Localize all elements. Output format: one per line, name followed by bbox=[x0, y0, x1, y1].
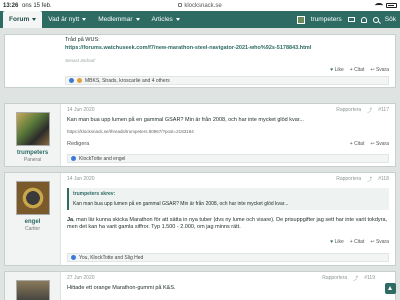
like-reaction-icon bbox=[71, 255, 76, 260]
chevron-down-icon bbox=[82, 18, 87, 21]
battery-icon bbox=[386, 3, 397, 8]
post-text: Tråd på WUS: bbox=[65, 37, 100, 43]
nav-forum[interactable]: Forum bbox=[3, 11, 43, 28]
quote-label: Citat bbox=[354, 67, 365, 73]
like-reaction-icon bbox=[71, 156, 76, 161]
chevron-down-icon bbox=[135, 18, 140, 21]
reactions-bar[interactable]: KlockTotte and engel bbox=[67, 154, 389, 163]
like-button[interactable]: ♥ Like bbox=[330, 239, 344, 245]
chevron-down-icon bbox=[175, 18, 180, 21]
avatar[interactable] bbox=[15, 280, 50, 300]
user-title: Panerai bbox=[23, 157, 42, 163]
edit-button[interactable]: Redigera bbox=[67, 141, 89, 147]
post-continued: Tråd på WUS: https://forums.watchuseek.c… bbox=[4, 34, 396, 88]
reply-button[interactable]: ↩ Svara bbox=[370, 239, 389, 245]
post-date[interactable]: 14 Jun 2020 bbox=[67, 176, 95, 182]
post-number[interactable]: #117 bbox=[378, 107, 389, 114]
quote-block: trumpeters skrev: Kan man bua upp lumen … bbox=[67, 188, 389, 210]
address-url: klocksnack.se bbox=[184, 2, 222, 9]
quote-label: Citat bbox=[354, 239, 365, 245]
quote-label: Citat bbox=[354, 141, 365, 147]
post-117: trumpeters Panerai 14 Jun 2020 Rapporter… bbox=[4, 103, 396, 167]
reactions-text: KlockTotte and engel bbox=[79, 155, 126, 162]
search-icon[interactable] bbox=[372, 16, 379, 23]
reactions-text: MBKS, Strads, kroscarlie and 4 others bbox=[85, 77, 170, 84]
report-link[interactable]: Rapportera bbox=[336, 107, 361, 114]
quote-button[interactable]: + Citat bbox=[350, 141, 365, 147]
edited-note: Senast ändrad: bbox=[65, 58, 96, 63]
like-label: Like bbox=[334, 67, 344, 73]
forum-nav-bar: Forum Vad är nytt Medlemmar Articles tru… bbox=[0, 11, 400, 28]
post-119: 27 Jun 2020 Rapportera ⤴ #119 Hittade et… bbox=[4, 271, 396, 300]
reactions-bar[interactable]: You, KlockTotte and Slig Hed bbox=[67, 253, 389, 262]
nav-members-label: Medlemmar bbox=[98, 16, 133, 23]
chevron-down-icon bbox=[32, 18, 37, 21]
like-button[interactable]: ♥ Like bbox=[330, 67, 344, 73]
nav-articles-label: Articles bbox=[151, 16, 173, 23]
share-icon[interactable]: ⤴ bbox=[367, 107, 372, 114]
post-body: Ja, man lär kunna skicka Marathon för at… bbox=[67, 217, 389, 231]
post-date[interactable]: 14 Jun 2020 bbox=[67, 107, 95, 113]
report-link[interactable]: Rapportera bbox=[322, 275, 347, 282]
avatar[interactable] bbox=[15, 112, 50, 146]
post-body: Hittade ett orange Marathon-gummi på K&S… bbox=[67, 285, 176, 291]
post-link[interactable]: https://forums.watchuseek.com/f7/new-mar… bbox=[65, 45, 311, 51]
nav-articles[interactable]: Articles bbox=[146, 11, 186, 28]
reactions-text: You, KlockTotte and Slig Hed bbox=[79, 254, 144, 261]
like-reaction-icon bbox=[69, 78, 74, 83]
nav-username[interactable]: trumpeters bbox=[311, 16, 342, 23]
reactions-bar[interactable]: MBKS, Strads, kroscarlie and 4 others bbox=[65, 76, 389, 85]
post-user-panel: trumpeters Panerai bbox=[5, 104, 61, 166]
post-username[interactable]: engel bbox=[25, 219, 41, 225]
wifi-icon bbox=[375, 3, 383, 8]
quote-author[interactable]: trumpeters skrev: bbox=[73, 191, 385, 197]
share-icon[interactable]: ⤴ bbox=[367, 176, 372, 183]
post-user-panel bbox=[5, 272, 61, 300]
reply-label: Svara bbox=[375, 141, 389, 147]
address-bar[interactable]: klocksnack.se bbox=[0, 3, 400, 9]
ios-status-bar: 13:26 ons 15 feb. klocksnack.se bbox=[0, 0, 400, 11]
quote-button[interactable]: + Citat bbox=[350, 67, 365, 73]
lock-icon bbox=[178, 2, 183, 7]
love-reaction-icon bbox=[77, 78, 82, 83]
post-body-text: , man lär kunna skicka Marathon för att … bbox=[67, 217, 388, 230]
quote-text: Kan man bua upp lumen på en gammal GSAR?… bbox=[73, 201, 289, 207]
nav-whats-new[interactable]: Vad är nytt bbox=[42, 11, 92, 28]
post-user-panel: engel Cartier bbox=[5, 173, 61, 265]
post-username[interactable]: trumpeters bbox=[17, 150, 48, 156]
quote-button[interactable]: + Citat bbox=[350, 239, 365, 245]
like-label: Like bbox=[334, 239, 344, 245]
post-body: Kan man bua upp lumen på en gammal GSAR?… bbox=[67, 117, 304, 123]
user-avatar-icon[interactable] bbox=[296, 15, 305, 24]
search-label[interactable]: Sök bbox=[385, 16, 396, 23]
bell-icon[interactable] bbox=[360, 16, 367, 23]
post-signature-link[interactable]: https://klocksnack.se/threads/trumpeters… bbox=[67, 129, 194, 134]
post-number[interactable]: #118 bbox=[378, 176, 389, 183]
reply-button[interactable]: ↩ Svara bbox=[370, 141, 389, 147]
reply-label: Svara bbox=[375, 67, 389, 73]
scroll-to-top-button[interactable] bbox=[385, 283, 396, 294]
share-icon[interactable]: ⤴ bbox=[353, 275, 358, 282]
post-118: engel Cartier 14 Jun 2020 Rapportera ⤴ #… bbox=[4, 172, 396, 266]
reply-label: Svara bbox=[375, 239, 389, 245]
reply-button[interactable]: ↩ Svara bbox=[370, 67, 389, 73]
avatar[interactable] bbox=[15, 181, 50, 215]
nav-whats-new-label: Vad är nytt bbox=[48, 16, 80, 23]
nav-forum-label: Forum bbox=[9, 16, 30, 23]
nav-members[interactable]: Medlemmar bbox=[92, 11, 145, 28]
report-link[interactable]: Rapportera bbox=[336, 176, 361, 183]
user-title: Cartier bbox=[24, 226, 40, 232]
post-number[interactable]: #119 bbox=[364, 275, 375, 282]
inbox-icon[interactable] bbox=[347, 17, 355, 22]
post-date[interactable]: 27 Jun 2020 bbox=[67, 275, 95, 281]
